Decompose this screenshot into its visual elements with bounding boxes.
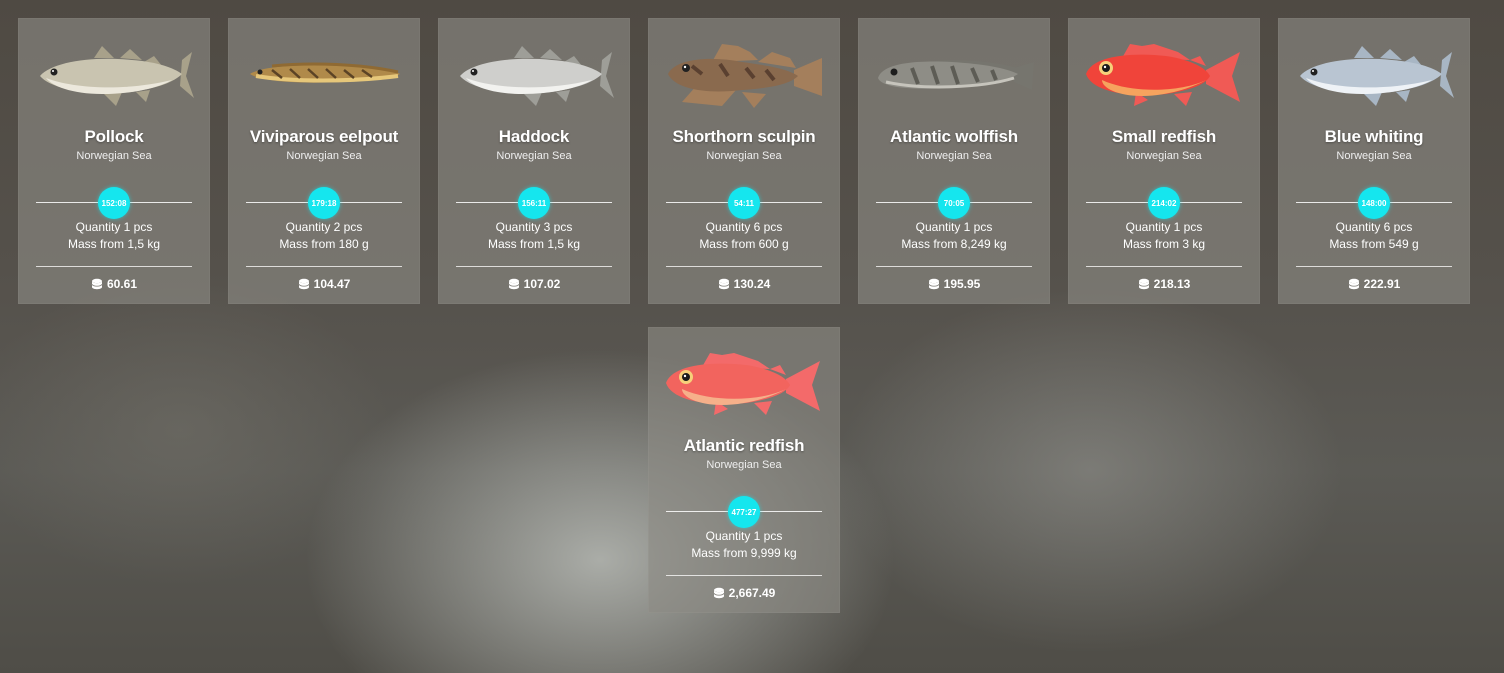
timer-badge: 70:05 xyxy=(938,187,970,219)
price-value: 195.95 xyxy=(943,277,981,291)
fish-card-small-redfish[interactable]: Small redfish Norwegian Sea 214:02 Quant… xyxy=(1068,18,1260,304)
fish-card-blue-whiting[interactable]: Blue whiting Norwegian Sea 148:00 Quanti… xyxy=(1278,18,1470,304)
redfish-fish-icon xyxy=(1086,44,1240,106)
quantity-text: Quantity 1 pcs xyxy=(705,529,783,543)
fish-card-pollock[interactable]: Pollock Norwegian Sea 152:08 Quantity 1 … xyxy=(18,18,210,304)
fish-name: Viviparous eelpout xyxy=(249,127,399,146)
quantity-text: Quantity 3 pcs xyxy=(495,220,573,234)
price-row: 60.61 xyxy=(18,277,210,293)
haddock-fish-icon xyxy=(460,46,614,106)
fish-region: Norwegian Sea xyxy=(496,150,572,162)
fish-region: Norwegian Sea xyxy=(1126,150,1202,162)
price-divider xyxy=(36,266,192,267)
whiting-fish-icon xyxy=(1300,46,1454,106)
sculpin-fish-icon xyxy=(668,44,822,108)
fish-region: Norwegian Sea xyxy=(286,150,362,162)
coin-icon xyxy=(1348,278,1360,293)
quantity-text: Quantity 1 pcs xyxy=(1125,220,1203,234)
fish-card-atlantic-wolffish[interactable]: Atlantic wolffish Norwegian Sea 70:05 Qu… xyxy=(858,18,1050,304)
fish-region: Norwegian Sea xyxy=(706,150,782,162)
price-value: 104.47 xyxy=(313,277,351,291)
fish-name: Atlantic wolffish xyxy=(890,127,1018,146)
price-divider xyxy=(246,266,402,267)
fish-card-shorthorn-sculpin[interactable]: Shorthorn sculpin Norwegian Sea 54:11 Qu… xyxy=(648,18,840,304)
fish-card-haddock[interactable]: Haddock Norwegian Sea 156:11 Quantity 3 … xyxy=(438,18,630,304)
atlantic-redfish-fish-icon xyxy=(666,353,820,415)
coin-icon xyxy=(928,278,940,293)
coin-icon xyxy=(1138,278,1150,293)
timer-badge: 477:27 xyxy=(728,496,760,528)
fish-name: Small redfish xyxy=(1111,127,1217,146)
price-divider xyxy=(456,266,612,267)
price-divider xyxy=(876,266,1032,267)
price-divider xyxy=(1296,266,1452,267)
price-divider xyxy=(666,575,822,576)
mass-text: Mass from 180 g xyxy=(279,237,369,251)
fish-region: Norwegian Sea xyxy=(706,459,782,471)
price-divider xyxy=(1086,266,1242,267)
mass-text: Mass from 1,5 kg xyxy=(487,237,581,251)
mass-text: Mass from 549 g xyxy=(1329,237,1419,251)
price-value: 222.91 xyxy=(1363,277,1401,291)
price-value: 130.24 xyxy=(733,277,771,291)
mass-text: Mass from 8,249 kg xyxy=(901,237,1007,251)
quantity-text: Quantity 1 pcs xyxy=(915,220,993,234)
fish-card-atlantic-redfish[interactable]: Atlantic redfish Norwegian Sea 477:27 Qu… xyxy=(648,327,840,613)
quantity-text: Quantity 6 pcs xyxy=(705,220,783,234)
fish-name: Shorthorn sculpin xyxy=(672,127,816,146)
price-row: 2,667.49 xyxy=(648,586,840,602)
coin-icon xyxy=(298,278,310,293)
coin-icon xyxy=(718,278,730,293)
fish-name: Atlantic redfish xyxy=(683,436,805,455)
price-row: 222.91 xyxy=(1278,277,1470,293)
price-row: 195.95 xyxy=(858,277,1050,293)
fish-name: Pollock xyxy=(84,127,144,146)
fish-region: Norwegian Sea xyxy=(1336,150,1412,162)
price-row: 218.13 xyxy=(1068,277,1260,293)
wolffish-fish-icon xyxy=(878,60,1034,90)
price-row: 104.47 xyxy=(228,277,420,293)
timer-badge: 179:18 xyxy=(308,187,340,219)
mass-text: Mass from 3 kg xyxy=(1122,237,1206,251)
price-value: 60.61 xyxy=(106,277,138,291)
fish-name: Blue whiting xyxy=(1324,127,1424,146)
timer-badge: 148:00 xyxy=(1358,187,1390,219)
timer-badge: 214:02 xyxy=(1148,187,1180,219)
eelpout-fish-icon xyxy=(250,62,400,83)
price-value: 2,667.49 xyxy=(728,586,776,600)
coin-icon xyxy=(713,587,725,602)
quantity-text: Quantity 1 pcs xyxy=(75,220,153,234)
pollock-fish-icon xyxy=(40,46,194,106)
quantity-text: Quantity 6 pcs xyxy=(1335,220,1413,234)
fish-region: Norwegian Sea xyxy=(76,150,152,162)
quantity-text: Quantity 2 pcs xyxy=(285,220,363,234)
price-divider xyxy=(666,266,822,267)
fish-name: Haddock xyxy=(498,127,570,146)
mass-text: Mass from 9,999 kg xyxy=(691,546,797,560)
fish-region: Norwegian Sea xyxy=(916,150,992,162)
coin-icon xyxy=(508,278,520,293)
mass-text: Mass from 600 g xyxy=(699,237,789,251)
timer-badge: 152:08 xyxy=(98,187,130,219)
mass-text: Mass from 1,5 kg xyxy=(67,237,161,251)
price-row: 130.24 xyxy=(648,277,840,293)
coin-icon xyxy=(91,278,103,293)
price-value: 218.13 xyxy=(1153,277,1191,291)
price-value: 107.02 xyxy=(523,277,561,291)
timer-badge: 156:11 xyxy=(518,187,550,219)
price-row: 107.02 xyxy=(438,277,630,293)
timer-badge: 54:11 xyxy=(728,187,760,219)
fish-card-viviparous-eelpout[interactable]: Viviparous eelpout Norwegian Sea 179:18 … xyxy=(228,18,420,304)
